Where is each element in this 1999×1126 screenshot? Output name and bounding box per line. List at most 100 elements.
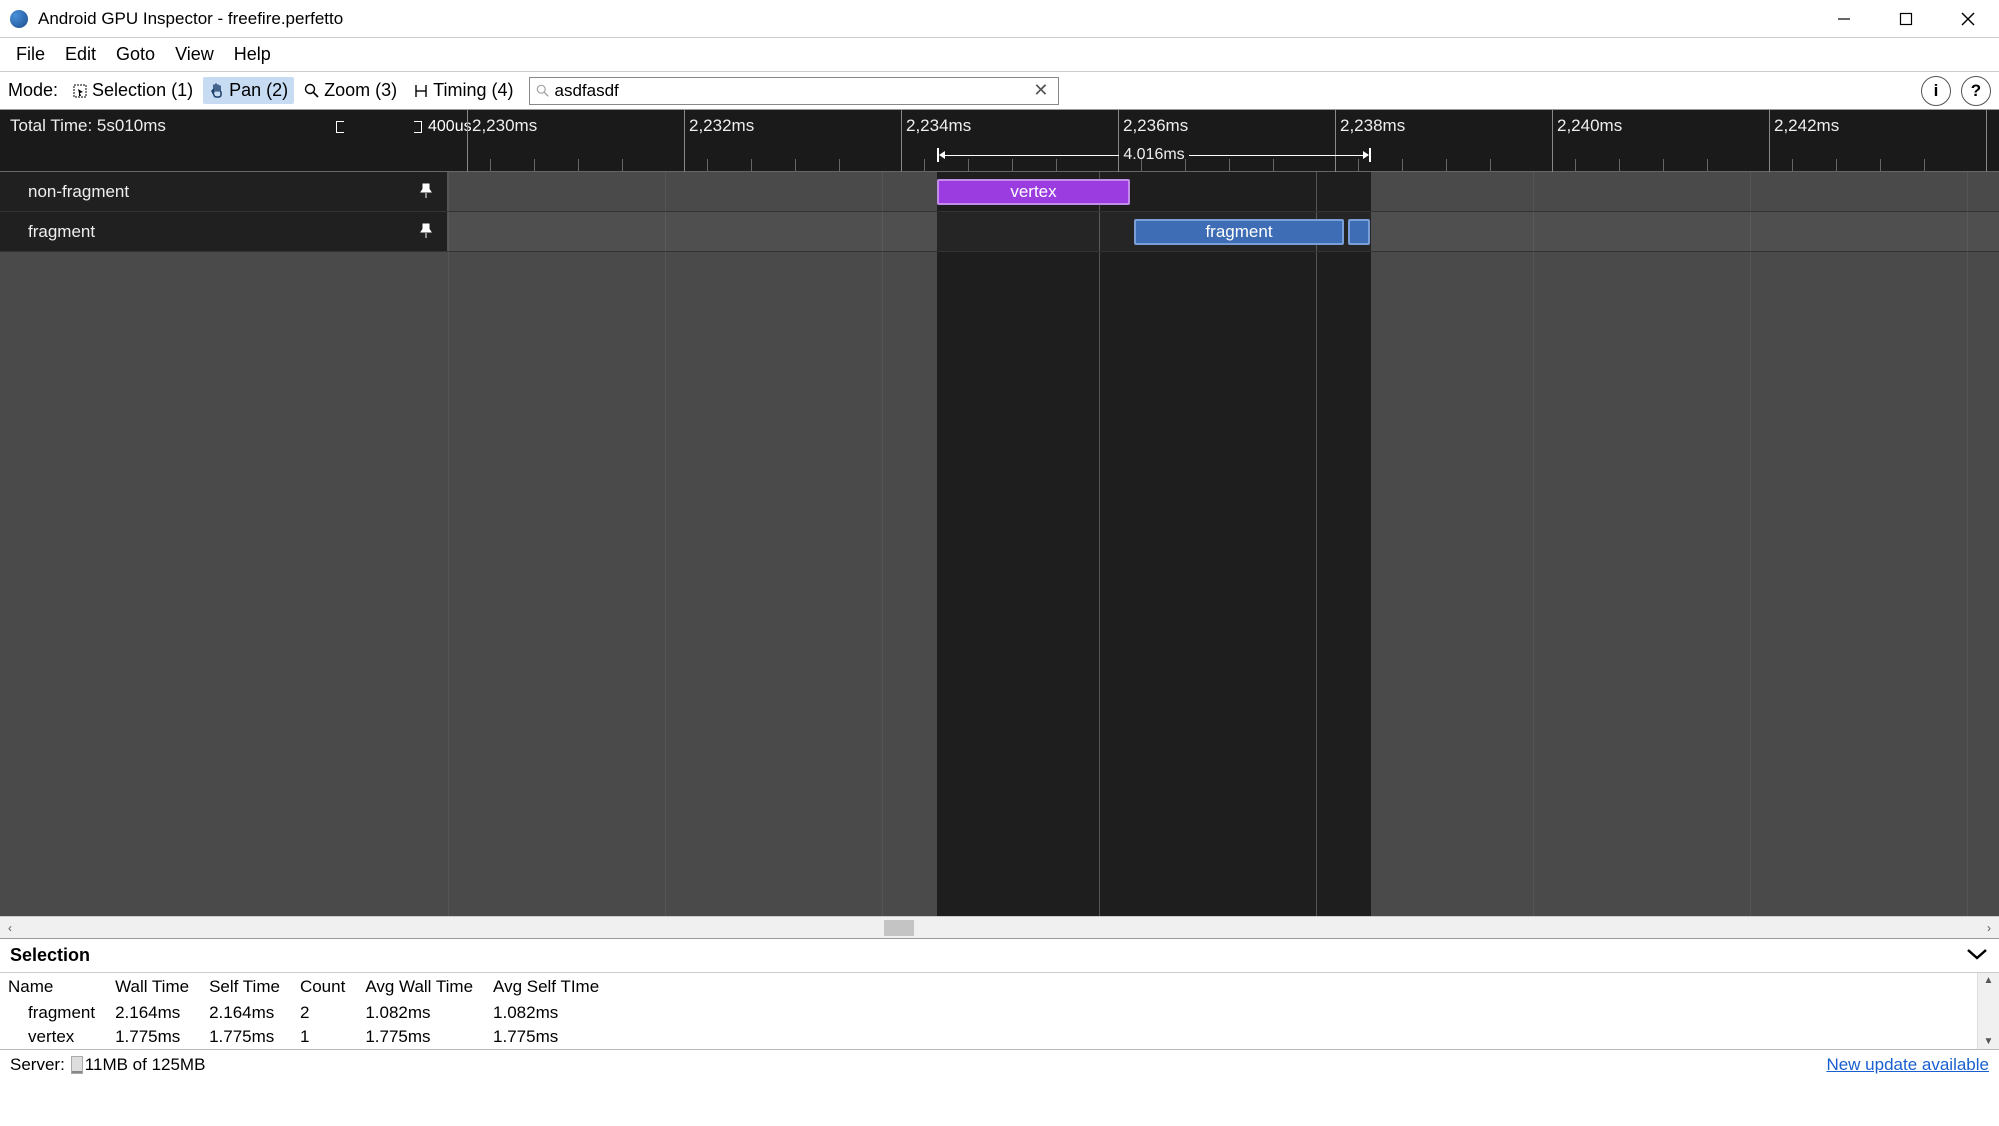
cell-avg-wall: 1.082ms	[357, 1001, 485, 1025]
col-name[interactable]: Name	[0, 973, 107, 1001]
col-avg-wall[interactable]: Avg Wall Time	[357, 973, 485, 1001]
horizontal-scrollbar[interactable]: ‹ ›	[0, 916, 1999, 938]
track-row-fragment[interactable]: fragment fragment	[0, 212, 1999, 252]
col-self-time[interactable]: Self Time	[201, 973, 292, 1001]
scroll-down-button[interactable]: ▼	[1984, 1034, 1994, 1049]
mode-timing[interactable]: Timing (4)	[407, 77, 519, 104]
search-input[interactable]	[550, 81, 1029, 101]
mode-zoom[interactable]: Zoom (3)	[298, 77, 403, 104]
chevron-down-icon[interactable]	[1965, 945, 1989, 966]
selection-title: Selection	[10, 945, 90, 966]
scroll-up-button[interactable]: ▲	[1984, 973, 1994, 988]
cell-count: 1	[292, 1025, 357, 1049]
range-indicator: 4.016ms	[937, 142, 1371, 168]
cell-count: 2	[292, 1001, 357, 1025]
server-label: Server:	[10, 1055, 65, 1075]
scroll-left-button[interactable]: ‹	[0, 921, 20, 935]
selection-icon	[72, 83, 88, 99]
pan-icon	[209, 83, 225, 99]
scale-label: 400us	[428, 118, 472, 136]
selection-table-wrap: Name Wall Time Self Time Count Avg Wall …	[0, 973, 1999, 1049]
tick-label: 2,236ms	[1123, 116, 1188, 136]
scrollbar-track[interactable]	[20, 917, 1979, 938]
table-row[interactable]: vertex 1.775ms 1.775ms 1 1.775ms 1.775ms	[0, 1025, 611, 1049]
cell-wall: 2.164ms	[107, 1001, 201, 1025]
mode-selection[interactable]: Selection (1)	[66, 77, 199, 104]
slice-fragment[interactable]: fragment	[1134, 219, 1344, 245]
slice-vertex[interactable]: vertex	[937, 179, 1130, 205]
cell-name: vertex	[0, 1025, 107, 1049]
menu-edit[interactable]: Edit	[55, 40, 106, 69]
mode-zoom-label: Zoom (3)	[324, 80, 397, 101]
selection-vscroll[interactable]: ▲ ▼	[1977, 973, 1999, 1049]
memory-text: 11MB of 125MB	[85, 1055, 206, 1075]
close-icon	[1961, 12, 1975, 26]
column-divider	[1316, 172, 1317, 916]
slice-fragment-small[interactable]	[1348, 219, 1370, 245]
selection-header[interactable]: Selection	[0, 939, 1999, 973]
tick-label: 2,238ms	[1340, 116, 1405, 136]
help-icon: ?	[1971, 81, 1981, 101]
tick-label: 2,234ms	[906, 116, 971, 136]
scrollbar-thumb[interactable]	[884, 920, 914, 936]
minimize-icon	[1837, 12, 1851, 26]
menu-view[interactable]: View	[165, 40, 224, 69]
info-icon: i	[1934, 81, 1939, 101]
statusbar: Server: 11MB of 125MB New update availab…	[0, 1049, 1999, 1079]
menubar: File Edit Goto View Help	[0, 38, 1999, 72]
column-divider	[448, 172, 449, 916]
column-divider	[665, 172, 666, 916]
cell-avg-self: 1.082ms	[485, 1001, 611, 1025]
column-divider	[1967, 172, 1968, 916]
range-label: 4.016ms	[1119, 146, 1188, 164]
search-box: ✕	[529, 77, 1059, 105]
col-avg-self[interactable]: Avg Self TIme	[485, 973, 611, 1001]
track-content[interactable]: vertex	[448, 172, 1999, 211]
toolbar: Mode: Selection (1) Pan (2) Zoom (3) Tim…	[0, 72, 1999, 110]
cell-avg-self: 1.775ms	[485, 1025, 611, 1049]
menu-help[interactable]: Help	[224, 40, 281, 69]
memory-bar-icon	[71, 1056, 83, 1074]
track-label: fragment	[0, 212, 448, 251]
tracks: non-fragment vertex fragment fragme	[0, 172, 1999, 252]
mode-pan[interactable]: Pan (2)	[203, 77, 294, 104]
app-icon	[10, 10, 28, 28]
mode-selection-label: Selection (1)	[92, 80, 193, 101]
titlebar: Android GPU Inspector - freefire.perfett…	[0, 0, 1999, 38]
track-row-non-fragment[interactable]: non-fragment vertex	[0, 172, 1999, 212]
mode-pan-label: Pan (2)	[229, 80, 288, 101]
scroll-right-button[interactable]: ›	[1979, 921, 1999, 935]
column-divider	[1750, 172, 1751, 916]
info-button[interactable]: i	[1921, 76, 1951, 106]
track-name: fragment	[28, 222, 95, 242]
menu-goto[interactable]: Goto	[106, 40, 165, 69]
close-button[interactable]	[1937, 0, 1999, 38]
cell-wall: 1.775ms	[107, 1025, 201, 1049]
track-name: non-fragment	[28, 182, 129, 202]
maximize-button[interactable]	[1875, 0, 1937, 38]
cell-avg-wall: 1.775ms	[357, 1025, 485, 1049]
col-wall-time[interactable]: Wall Time	[107, 973, 201, 1001]
cell-self: 1.775ms	[201, 1025, 292, 1049]
window-title: Android GPU Inspector - freefire.perfett…	[38, 9, 1813, 29]
search-clear-button[interactable]: ✕	[1029, 80, 1052, 101]
help-button[interactable]: ?	[1961, 76, 1991, 106]
time-ruler[interactable]: Total Time: 5s010ms 400us 2,230ms 2,232m…	[0, 110, 1999, 172]
col-count[interactable]: Count	[292, 973, 357, 1001]
table-row[interactable]: fragment 2.164ms 2.164ms 2 1.082ms 1.082…	[0, 1001, 611, 1025]
timeline[interactable]: Total Time: 5s010ms 400us 2,230ms 2,232m…	[0, 110, 1999, 916]
timing-icon	[413, 83, 429, 99]
cell-self: 2.164ms	[201, 1001, 292, 1025]
minimize-button[interactable]	[1813, 0, 1875, 38]
column-divider	[1099, 172, 1100, 916]
mode-timing-label: Timing (4)	[433, 80, 513, 101]
tick-label: 2,240ms	[1557, 116, 1622, 136]
menu-file[interactable]: File	[6, 40, 55, 69]
track-label: non-fragment	[0, 172, 448, 211]
update-link[interactable]: New update available	[1826, 1055, 1989, 1075]
track-content[interactable]: fragment	[448, 212, 1999, 251]
pin-icon[interactable]	[419, 183, 433, 204]
column-divider	[1533, 172, 1534, 916]
pin-icon[interactable]	[419, 223, 433, 244]
tick-label: 2,242ms	[1774, 116, 1839, 136]
